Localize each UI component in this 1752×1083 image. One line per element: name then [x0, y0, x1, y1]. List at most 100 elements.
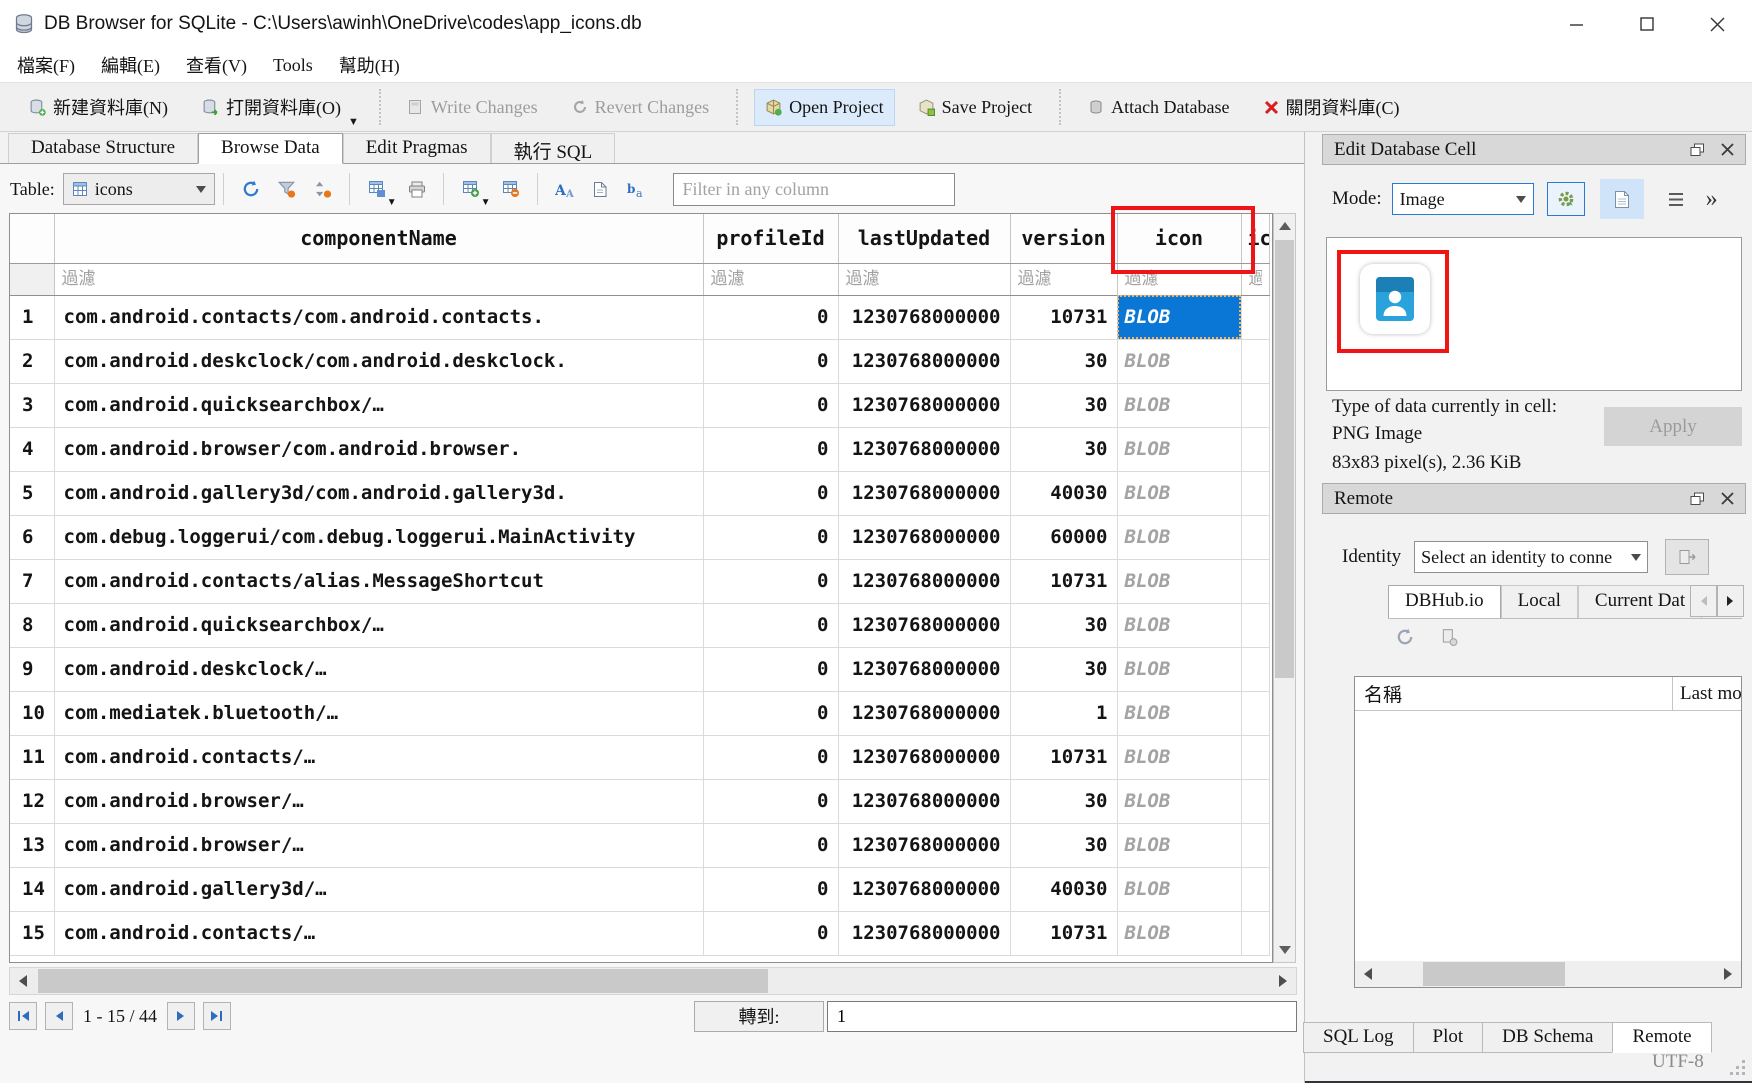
- table-row[interactable]: 5 com.android.gallery3d/com.android.gall…: [10, 471, 1269, 515]
- table-row[interactable]: 11 com.android.contacts/… 0 123076800000…: [10, 735, 1269, 779]
- remote-refresh-icon[interactable]: [1396, 628, 1414, 646]
- cell-lastupdated[interactable]: 1230768000000: [838, 779, 1010, 823]
- cell-lastupdated[interactable]: 1230768000000: [838, 339, 1010, 383]
- table-row[interactable]: 8 com.android.quicksearchbox/… 0 1230768…: [10, 603, 1269, 647]
- cell-profileid[interactable]: 0: [703, 515, 838, 559]
- clone-database-button[interactable]: [1665, 539, 1709, 575]
- cell-lastupdated[interactable]: 1230768000000: [838, 471, 1010, 515]
- cell-version[interactable]: 30: [1010, 383, 1117, 427]
- cell-icon-blob[interactable]: BLOB: [1117, 911, 1241, 955]
- open-database-button[interactable]: 打開資料庫(O): [191, 86, 352, 128]
- cell-lastupdated[interactable]: 1230768000000: [838, 823, 1010, 867]
- menu-edit[interactable]: 編輯(E): [88, 50, 173, 80]
- mode-select[interactable]: Image: [1392, 183, 1534, 215]
- filter-version-input[interactable]: [1010, 263, 1117, 295]
- close-panel-icon[interactable]: [1721, 492, 1734, 505]
- cell-lastupdated[interactable]: 1230768000000: [838, 647, 1010, 691]
- row-number[interactable]: 2: [10, 339, 54, 383]
- cell-lastupdated[interactable]: 1230768000000: [838, 735, 1010, 779]
- goto-record-input[interactable]: [827, 1001, 1297, 1032]
- column-header-version[interactable]: version: [1010, 214, 1117, 263]
- word-wrap-icon[interactable]: [1654, 182, 1694, 216]
- cell-profileid[interactable]: 0: [703, 559, 838, 603]
- table-row[interactable]: 13 com.android.browser/… 0 1230768000000…: [10, 823, 1269, 867]
- dock-tab-sql-log[interactable]: SQL Log: [1303, 1022, 1414, 1053]
- refresh-button[interactable]: [233, 170, 269, 208]
- revert-changes-button[interactable]: Revert Changes: [561, 89, 720, 126]
- tab-execute-sql[interactable]: 執行 SQL: [491, 133, 616, 163]
- cell-componentname[interactable]: com.debug.loggerui/com.debug.loggerui.Ma…: [54, 515, 703, 559]
- cell-version[interactable]: 40030: [1010, 471, 1117, 515]
- column-header-lastupdated[interactable]: lastUpdated: [838, 214, 1010, 263]
- cell-version[interactable]: 30: [1010, 339, 1117, 383]
- last-record-button[interactable]: [203, 1002, 231, 1030]
- cell-lastupdated[interactable]: 1230768000000: [838, 867, 1010, 911]
- cell-icon-blob[interactable]: BLOB: [1117, 559, 1241, 603]
- close-database-button[interactable]: 關閉資料庫(C): [1253, 86, 1411, 128]
- maximize-button[interactable]: [1612, 0, 1682, 48]
- format-font-button[interactable]: AA: [547, 170, 583, 208]
- cell-componentname[interactable]: com.android.deskclock/com.android.deskcl…: [54, 339, 703, 383]
- more-tools-icon[interactable]: »: [1706, 186, 1718, 213]
- cell-version[interactable]: 10731: [1010, 559, 1117, 603]
- tab-edit-pragmas[interactable]: Edit Pragmas: [343, 133, 491, 163]
- open-database-dropdown-icon[interactable]: ▼: [348, 116, 359, 128]
- table-row[interactable]: 3 com.android.quicksearchbox/… 0 1230768…: [10, 383, 1269, 427]
- filter-profileid-input[interactable]: [703, 263, 838, 295]
- cell-profileid[interactable]: 0: [703, 295, 838, 339]
- cell-lastupdated[interactable]: 1230768000000: [838, 383, 1010, 427]
- remote-tab-dbhub[interactable]: DBHub.io: [1388, 585, 1501, 618]
- menu-help[interactable]: 幫助(H): [326, 50, 413, 80]
- cell-lastupdated[interactable]: 1230768000000: [838, 515, 1010, 559]
- cell-profileid[interactable]: 0: [703, 471, 838, 515]
- table-row[interactable]: 14 com.android.gallery3d/… 0 12307680000…: [10, 867, 1269, 911]
- cell-icon-blob[interactable]: BLOB: [1117, 515, 1241, 559]
- cell-lastupdated[interactable]: 1230768000000: [838, 603, 1010, 647]
- cell-profileid[interactable]: 0: [703, 867, 838, 911]
- grid-vertical-scrollbar[interactable]: [1273, 213, 1296, 963]
- cell-icon-blob[interactable]: BLOB: [1117, 339, 1241, 383]
- cell-componentname[interactable]: com.android.contacts/alias.MessageShortc…: [54, 559, 703, 603]
- print-button[interactable]: [399, 170, 435, 208]
- encoding-button[interactable]: ba: [619, 170, 655, 208]
- goto-button[interactable]: 轉到:: [694, 1001, 824, 1032]
- cell-componentname[interactable]: com.mediatek.bluetooth/…: [54, 691, 703, 735]
- panel-splitter[interactable]: [1304, 132, 1305, 1083]
- next-record-button[interactable]: [167, 1002, 195, 1030]
- row-number[interactable]: 13: [10, 823, 54, 867]
- cell-version[interactable]: 30: [1010, 823, 1117, 867]
- delete-record-button[interactable]: [493, 170, 529, 208]
- cell-componentname[interactable]: com.android.browser/…: [54, 823, 703, 867]
- cell-icon-blob[interactable]: BLOB: [1117, 471, 1241, 515]
- cell-profileid[interactable]: 0: [703, 647, 838, 691]
- cell-componentname[interactable]: com.android.browser/…: [54, 779, 703, 823]
- tab-browse-data[interactable]: Browse Data: [198, 133, 343, 164]
- row-number[interactable]: 15: [10, 911, 54, 955]
- cell-componentname[interactable]: com.android.gallery3d/…: [54, 867, 703, 911]
- filter-lastupdated-input[interactable]: [838, 263, 1010, 295]
- cell-profileid[interactable]: 0: [703, 603, 838, 647]
- open-project-button[interactable]: Open Project: [754, 89, 894, 126]
- cell-version[interactable]: 10731: [1010, 911, 1117, 955]
- resize-grip-icon[interactable]: [1730, 1060, 1746, 1076]
- cell-profileid[interactable]: 0: [703, 823, 838, 867]
- tab-scroll-left-icon[interactable]: [1690, 585, 1717, 617]
- cell-icon-blob[interactable]: BLOB: [1117, 383, 1241, 427]
- cell-profileid[interactable]: 0: [703, 339, 838, 383]
- import-data-button[interactable]: [1547, 182, 1585, 216]
- cell-version[interactable]: 30: [1010, 603, 1117, 647]
- table-row[interactable]: 12 com.android.browser/… 0 1230768000000…: [10, 779, 1269, 823]
- cell-componentname[interactable]: com.android.contacts/…: [54, 735, 703, 779]
- menu-tools[interactable]: Tools: [260, 53, 326, 78]
- dock-tab-plot[interactable]: Plot: [1413, 1022, 1484, 1053]
- row-number[interactable]: 7: [10, 559, 54, 603]
- table-row[interactable]: 7 com.android.contacts/alias.MessageShor…: [10, 559, 1269, 603]
- row-number[interactable]: 5: [10, 471, 54, 515]
- row-number[interactable]: 4: [10, 427, 54, 471]
- cell-profileid[interactable]: 0: [703, 911, 838, 955]
- filter-componentname-input[interactable]: [54, 263, 703, 295]
- save-results-dropdown-icon[interactable]: ▼: [387, 197, 397, 208]
- cell-profileid[interactable]: 0: [703, 779, 838, 823]
- table-select[interactable]: icons: [63, 173, 215, 205]
- scroll-up-icon[interactable]: [1274, 214, 1295, 238]
